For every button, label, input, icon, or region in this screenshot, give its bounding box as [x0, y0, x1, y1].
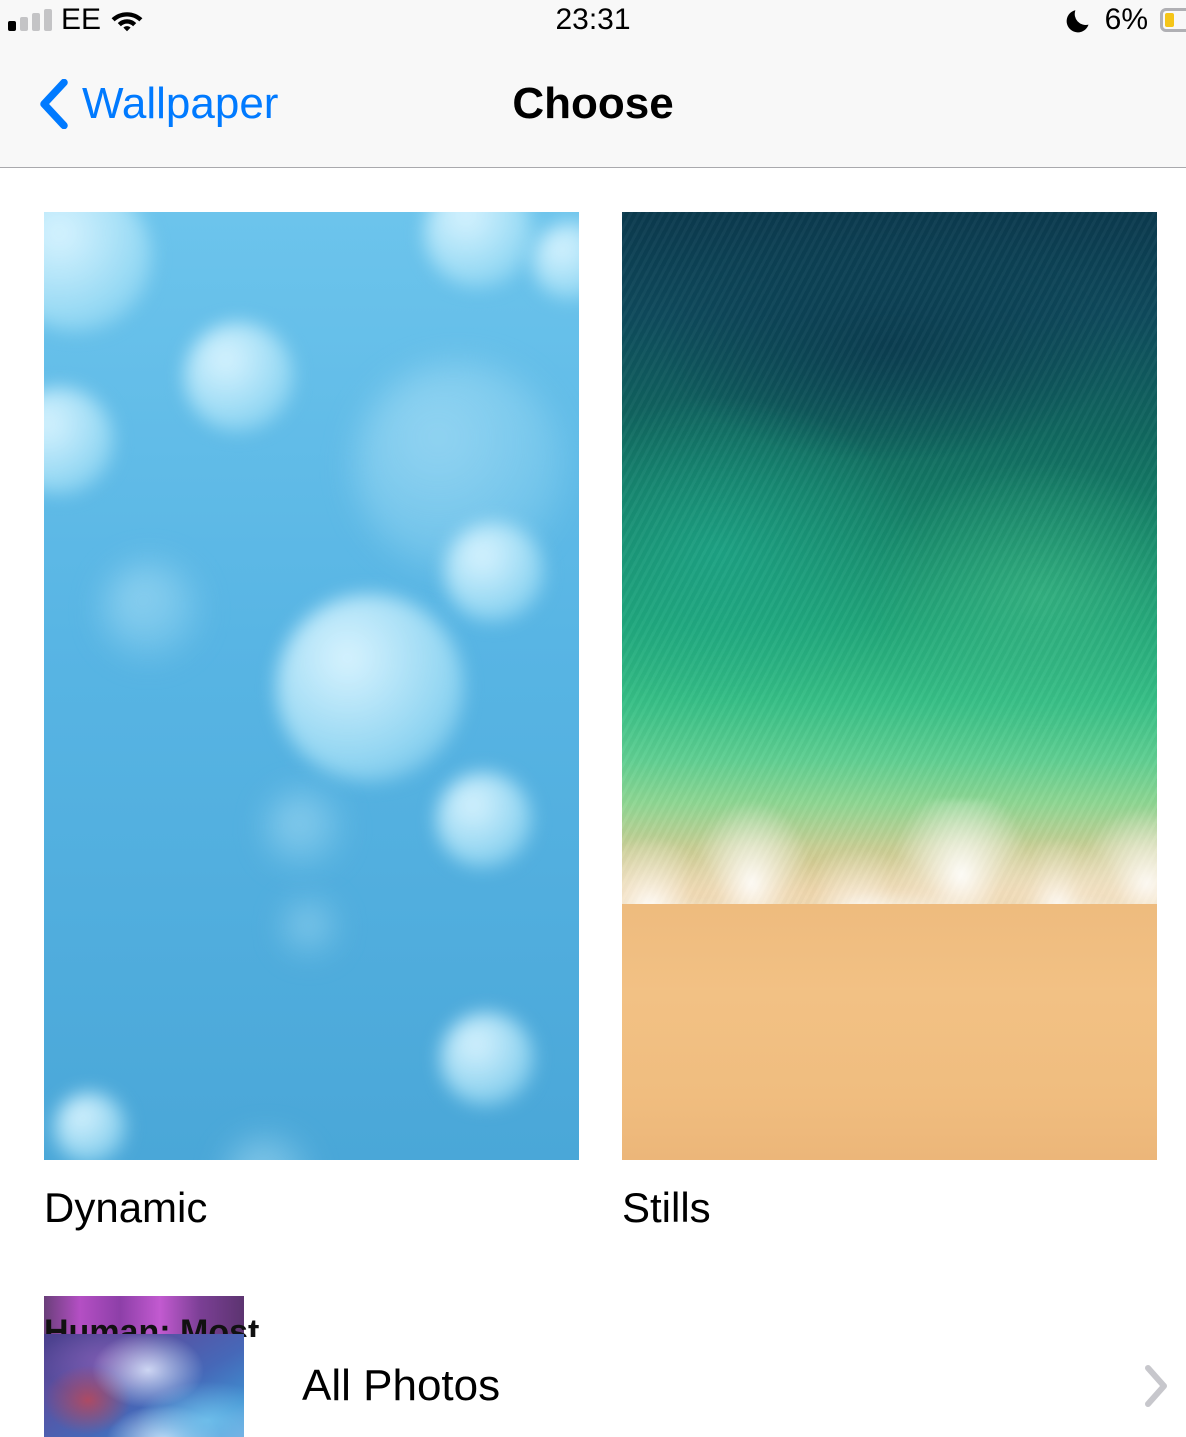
clock-label: 23:31	[555, 3, 631, 36]
page-title: Choose	[0, 40, 1186, 168]
status-bar-clock: 23:31	[0, 0, 1186, 40]
bokeh-circle	[444, 522, 544, 622]
bokeh-circle	[266, 792, 340, 866]
bokeh-circle	[284, 902, 336, 954]
all-photos-label: All Photos	[302, 1360, 501, 1410]
dynamic-label: Dynamic	[44, 1184, 208, 1231]
beach-sand	[622, 904, 1157, 1160]
bokeh-circle	[54, 1092, 126, 1160]
status-bar-right: 6%	[1065, 0, 1186, 40]
bokeh-circle	[440, 1012, 534, 1106]
bokeh-circle	[184, 322, 294, 432]
dynamic-wallpaper-thumbnail[interactable]	[44, 212, 579, 1160]
moon-icon	[1066, 10, 1089, 33]
status-bar: EE 23:31 6%	[0, 0, 1186, 40]
stills-label: Stills	[622, 1184, 711, 1231]
beach-photo	[622, 212, 1157, 1160]
bokeh-circle	[436, 772, 532, 868]
wallpaper-category-dynamic[interactable]: Dynamic	[44, 212, 579, 1232]
navigation-bar: Wallpaper Choose	[0, 40, 1186, 168]
battery-icon	[1160, 8, 1186, 32]
page-title-label: Choose	[512, 79, 674, 128]
stills-wallpaper-thumbnail[interactable]	[622, 212, 1157, 1160]
chevron-right-icon	[1145, 1364, 1167, 1407]
wallpaper-choose-content: Dynamic Stills Human: Most All Photos	[0, 169, 1186, 1437]
all-photos-thumbnail	[44, 1334, 244, 1437]
bokeh-circle	[276, 594, 464, 782]
wallpaper-category-stills[interactable]: Stills	[622, 212, 1157, 1232]
album-row-all-photos[interactable]: All Photos	[0, 1334, 1186, 1437]
bokeh-circle	[102, 562, 198, 658]
battery-fill	[1165, 13, 1174, 27]
battery-percent-label: 6%	[1104, 3, 1148, 36]
all-photos-disclosure	[1142, 1334, 1170, 1437]
